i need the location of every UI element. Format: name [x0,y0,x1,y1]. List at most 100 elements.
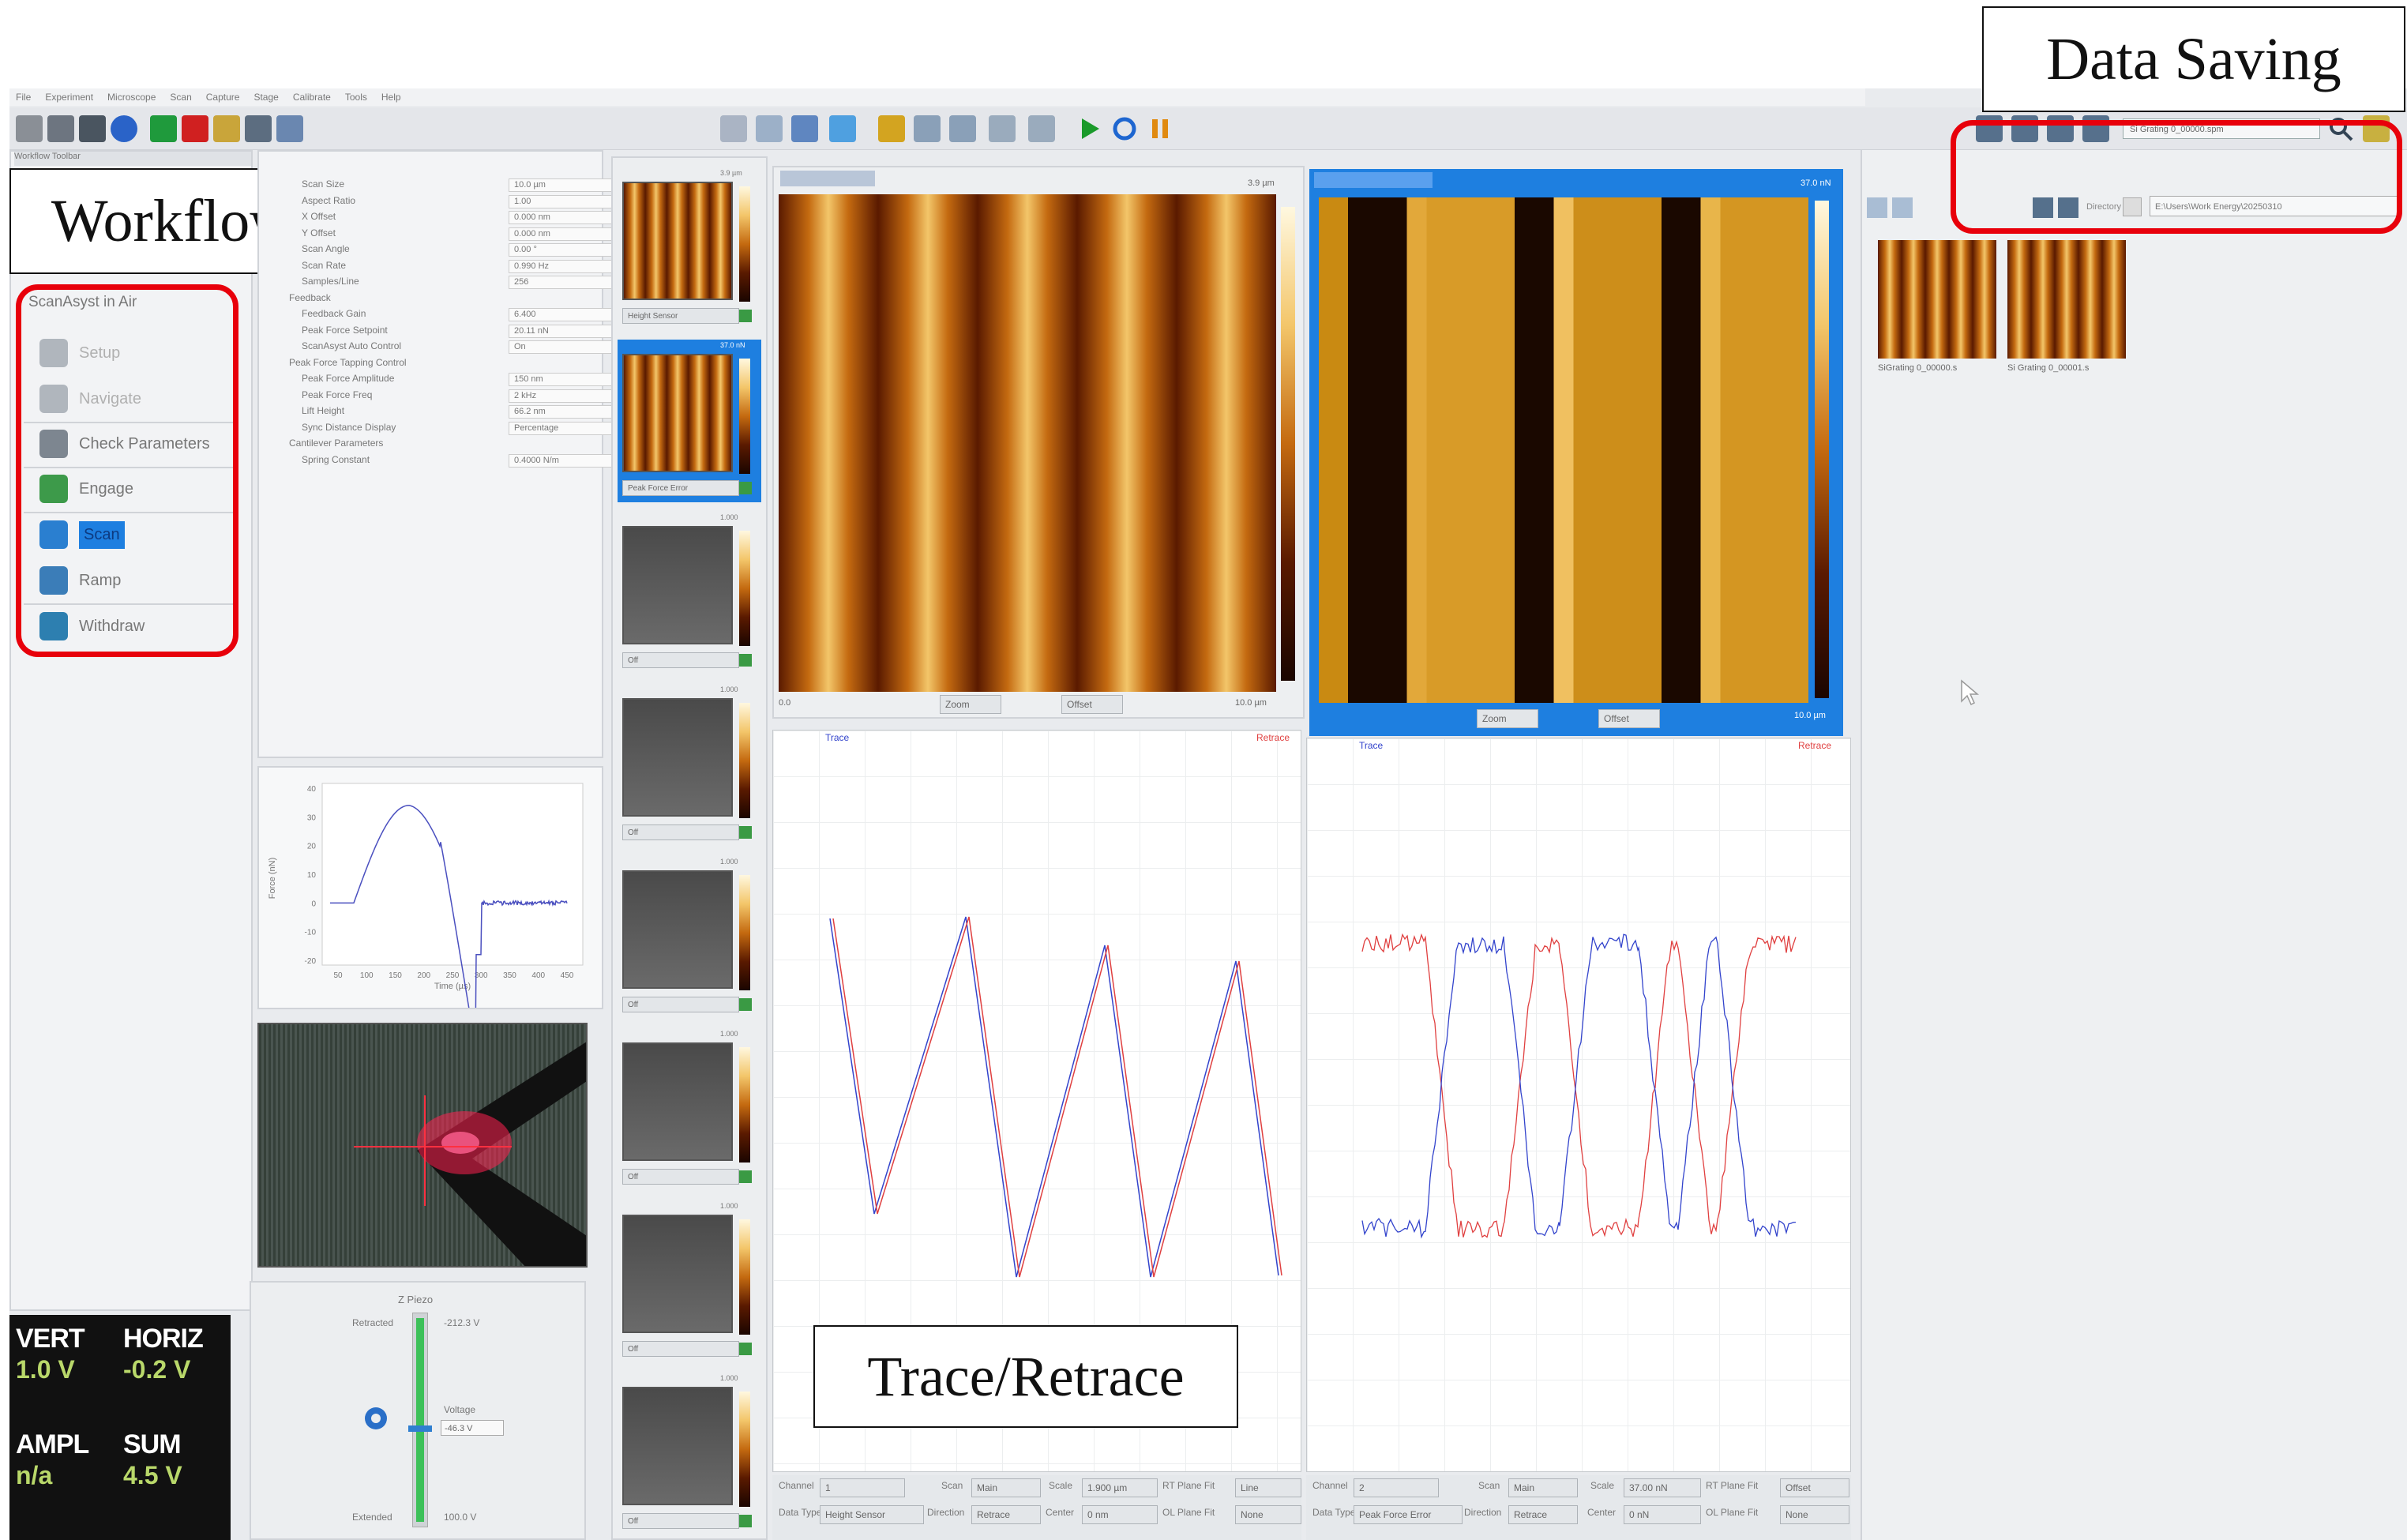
parameter-value[interactable]: 20.11 nN [509,325,625,338]
voltage-field[interactable]: -46.3 V [441,1420,504,1436]
probe-icon[interactable] [878,115,905,142]
channel-settings-icon[interactable] [739,1515,752,1527]
open-icon[interactable] [47,115,74,142]
channel-select[interactable]: Off [622,997,739,1012]
parameter-value[interactable]: Percentage [509,422,625,435]
channel-select[interactable]: Off [622,652,739,668]
parameter-value[interactable]: 2 kHz [509,389,625,403]
direction-select[interactable]: Retrace [1508,1505,1578,1524]
saved-file-thumb[interactable] [2007,240,2126,359]
channel-select[interactable]: Off [622,1169,739,1185]
menu-item[interactable]: Stage [253,92,278,103]
channel-settings-icon[interactable] [739,826,752,839]
channel-settings-icon[interactable] [739,1170,752,1183]
channel-select[interactable]: Off [622,824,739,840]
save-icon[interactable] [79,115,106,142]
scan-select[interactable]: Main [1508,1478,1578,1497]
channel-settings-icon[interactable] [739,654,752,667]
parameter-value[interactable]: 150 nm [509,373,625,386]
play-icon[interactable] [1076,115,1102,142]
channel-thumb[interactable]: 1.000 Off [618,512,761,674]
menu-item[interactable]: Tools [345,92,367,103]
menu-item[interactable]: Scan [170,92,191,103]
image2-zoom-button[interactable]: Zoom [1477,709,1538,728]
capture-frame-icon[interactable] [791,115,818,142]
channel-select[interactable]: Height Sensor [622,308,739,324]
ol-plane-fit-select[interactable]: None [1780,1505,1849,1524]
parameter-value[interactable]: 10.0 µm [509,178,625,192]
frame-down-icon[interactable] [756,115,783,142]
menu-item[interactable]: Experiment [45,92,93,103]
center-field[interactable]: 0 nN [1624,1505,1701,1524]
channel-thumb[interactable]: 37.0 nN Peak Force Error [618,340,761,502]
refresh-icon[interactable] [1111,115,1138,142]
data-type-select[interactable]: Height Sensor [820,1505,924,1524]
image2-tools[interactable] [1314,172,1433,188]
saved-file-name[interactable]: SiGrating 0_00000.s [1878,363,1957,373]
parameter-value[interactable]: 0.00 ° [509,243,625,257]
z-piezo-settings-icon[interactable] [359,1401,393,1436]
menu-item[interactable]: Calibrate [293,92,331,103]
layout-icon[interactable] [276,115,303,142]
channel-select[interactable]: 2 [1354,1478,1439,1497]
menu-item[interactable]: File [16,92,31,103]
saved-file-thumb[interactable] [1878,240,1996,359]
channel-settings-icon[interactable] [739,1343,752,1355]
parameter-value[interactable]: 0.990 Hz [509,260,625,273]
image1-tools[interactable] [780,171,875,186]
step2-icon[interactable] [949,115,976,142]
view-icon[interactable] [245,115,272,142]
channel-thumb[interactable]: 1.000 Off [618,1373,761,1535]
panel-icon[interactable] [1892,197,1913,218]
capture-icon[interactable] [213,115,240,142]
parameter-value[interactable]: 1.00 [509,195,625,208]
image1-zoom-button[interactable]: Zoom [940,695,1001,714]
channel-thumb[interactable]: 1.000 Off [618,856,761,1019]
center-field[interactable]: 0 nm [1082,1505,1158,1524]
channel-settings-icon[interactable] [739,310,752,322]
direction-select[interactable]: Retrace [971,1505,1041,1524]
data-type-select[interactable]: Peak Force Error [1354,1505,1463,1524]
image1-offset-button[interactable]: Offset [1061,695,1123,714]
channel-select[interactable]: Peak Force Error [622,480,739,496]
menu-item[interactable]: Microscope [107,92,156,103]
parameter-value[interactable]: 6.400 [509,308,625,321]
panel-icon[interactable] [1867,197,1887,218]
image-icon[interactable] [829,115,856,142]
engage-icon[interactable] [150,115,177,142]
step-icon[interactable] [914,115,941,142]
frame-up-icon[interactable] [720,115,747,142]
rt-plane-fit-select[interactable]: Line [1235,1478,1301,1497]
rt-plane-fit-select[interactable]: Offset [1780,1478,1849,1497]
channel-settings-icon[interactable] [739,482,752,494]
scan-select[interactable]: Main [971,1478,1041,1497]
parameter-value[interactable]: 0.000 nm [509,211,625,224]
new-icon[interactable] [16,115,43,142]
channel-thumb[interactable]: 1.000 Off [618,1028,761,1191]
channel-thumb[interactable]: 3.9 µm Height Sensor [618,167,761,330]
menu-item[interactable]: Capture [206,92,240,103]
zoom-icon[interactable] [989,115,1016,142]
channel-thumb[interactable]: 1.000 Off [618,1200,761,1363]
scale-field[interactable]: 37.00 nN [1624,1478,1701,1497]
parameter-value[interactable]: 0.000 nm [509,227,625,241]
parameter-value[interactable]: 0.4000 N/m [509,454,625,468]
saved-file-name[interactable]: Si Grating 0_00001.s [2007,363,2089,373]
channel-settings-icon[interactable] [739,998,752,1011]
scale-field[interactable]: 1.900 µm [1082,1478,1158,1497]
parameter-value[interactable]: 66.2 nm [509,405,625,419]
withdraw-icon[interactable] [182,115,208,142]
pause-icon[interactable] [1147,115,1173,142]
help-icon[interactable] [111,115,137,142]
channel-colorbar [739,703,750,818]
parameter-value[interactable]: 256 [509,276,625,289]
channel-thumb[interactable]: 1.000 Off [618,684,761,847]
channel-select[interactable]: Off [622,1513,739,1529]
channel-select[interactable]: Off [622,1341,739,1357]
offset-icon[interactable] [1028,115,1055,142]
image2-offset-button[interactable]: Offset [1598,709,1660,728]
menu-item[interactable]: Help [381,92,401,103]
parameter-value[interactable]: On [509,340,625,354]
ol-plane-fit-select[interactable]: None [1235,1505,1301,1524]
channel-select[interactable]: 1 [820,1478,905,1497]
